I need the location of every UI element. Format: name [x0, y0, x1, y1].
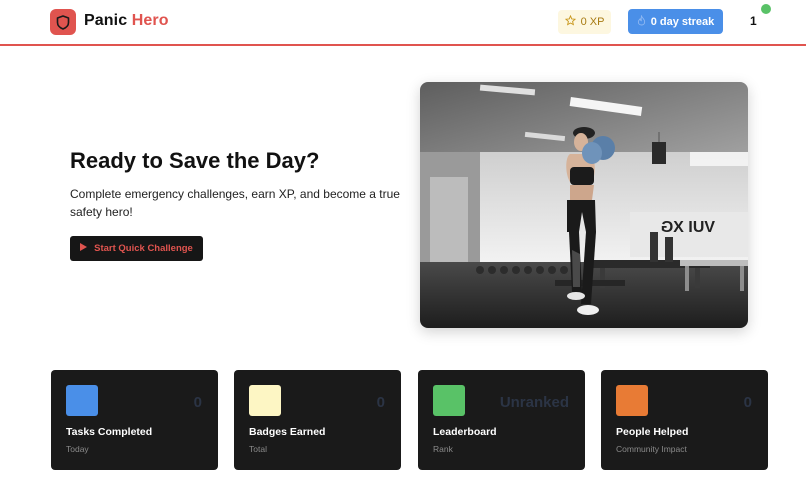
- hero-title: Ready to Save the Day?: [70, 148, 320, 173]
- stat-caption: Community Impact: [616, 444, 687, 454]
- streak-badge[interactable]: 0 day streak: [628, 9, 723, 34]
- streak-label: 0 day streak: [650, 15, 715, 28]
- xp-label: 0 XP: [580, 16, 605, 28]
- brand-name-accent: Hero: [131, 12, 169, 29]
- svg-text:VUI XG: VUI XG: [661, 219, 715, 236]
- xp-badge[interactable]: 0 XP: [558, 10, 611, 34]
- online-status-dot: [761, 4, 771, 14]
- stat-card-badges-earned[interactable]: 0 Badges Earned Total: [234, 370, 401, 470]
- stat-value: 0: [193, 394, 202, 411]
- leaderboard-icon: [433, 385, 465, 416]
- user-level[interactable]: 1: [750, 14, 757, 28]
- stat-title: People Helped: [616, 426, 689, 438]
- brand-name-primary: Panic: [84, 12, 128, 29]
- hero-image: VUI XG: [420, 82, 748, 328]
- play-icon: [80, 243, 88, 254]
- stat-title: Badges Earned: [249, 426, 326, 438]
- badges-earned-icon: [249, 385, 281, 416]
- stat-title: Leaderboard: [433, 426, 497, 438]
- stat-card-leaderboard[interactable]: Unranked Leaderboard Rank: [418, 370, 585, 470]
- app-header: Panic Hero 0 XP 0 day streak 1: [0, 0, 806, 46]
- tasks-completed-icon: [66, 385, 98, 416]
- people-helped-icon: [616, 385, 648, 416]
- start-quick-challenge-button[interactable]: Start Quick Challenge: [70, 236, 203, 261]
- stat-title: Tasks Completed: [66, 426, 153, 438]
- stat-caption: Total: [249, 444, 267, 454]
- stat-value: 0: [743, 394, 752, 411]
- stat-value: Unranked: [499, 394, 569, 411]
- stat-card-people-helped[interactable]: 0 People Helped Community Impact: [601, 370, 768, 470]
- stat-caption: Rank: [433, 444, 453, 454]
- shield-icon[interactable]: [50, 9, 76, 35]
- flame-icon: [637, 13, 646, 29]
- brand-name[interactable]: Panic Hero: [84, 12, 169, 30]
- stat-caption: Today: [66, 444, 89, 454]
- stat-value: 0: [376, 394, 385, 411]
- hero-subtitle: Complete emergency challenges, earn XP, …: [70, 187, 400, 219]
- star-icon: [564, 14, 576, 29]
- cta-label: Start Quick Challenge: [94, 243, 193, 254]
- stat-card-tasks-completed[interactable]: 0 Tasks Completed Today: [51, 370, 218, 470]
